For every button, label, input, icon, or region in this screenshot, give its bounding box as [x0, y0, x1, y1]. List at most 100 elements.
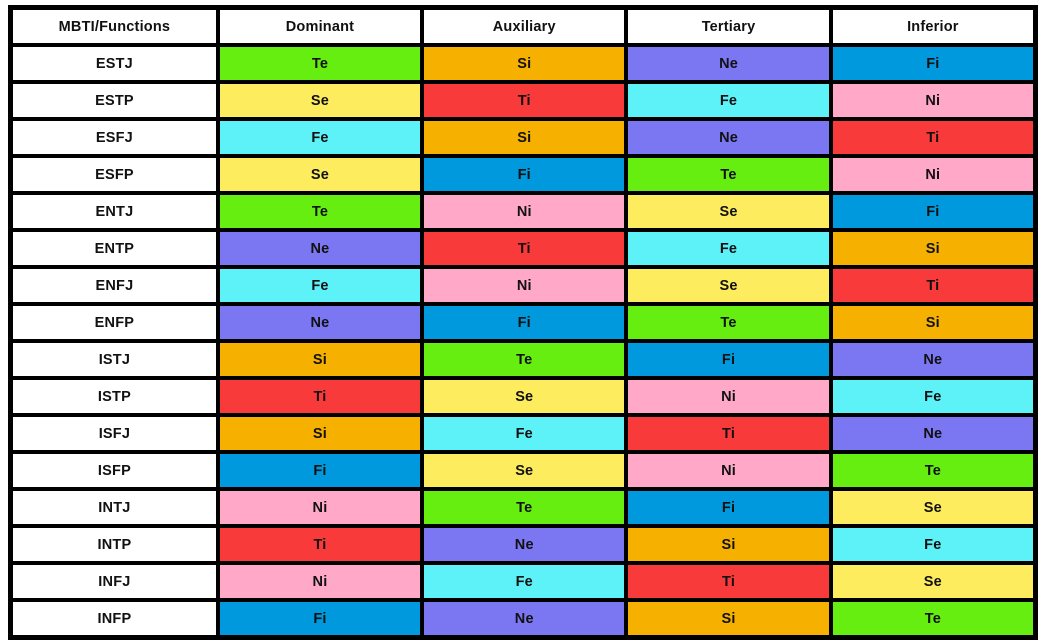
function-cell-auxiliary: Ne — [422, 526, 627, 563]
function-cell-tertiary: Se — [626, 193, 831, 230]
function-cell-auxiliary: Fi — [422, 304, 627, 341]
function-cell-dominant: Se — [217, 82, 423, 119]
mbti-type-cell: ENTJ — [11, 193, 218, 230]
function-cell-inferior: Ni — [830, 82, 1035, 119]
mbti-type-cell: ISTJ — [11, 341, 218, 378]
table-body: ESTJ Te Si Ne Fi ESTP Se Ti Fe Ni ESFJ Fe Si Ne Ti ESFP… — [11, 45, 1035, 637]
mbti-type-cell: ENFJ — [11, 267, 218, 304]
function-cell-tertiary: Si — [626, 526, 831, 563]
mbti-type-cell: ESTP — [11, 82, 218, 119]
function-cell-inferior: Fe — [830, 526, 1035, 563]
table-row: ENTJ Te Ni Se Fi — [11, 193, 1035, 230]
function-cell-inferior: Fi — [830, 193, 1035, 230]
function-cell-dominant: Fi — [217, 452, 423, 489]
mbti-function-stack-table: MBTI/Functions Dominant Auxiliary Tertia… — [8, 5, 1038, 640]
function-cell-tertiary: Si — [626, 600, 831, 637]
function-cell-auxiliary: Si — [422, 45, 627, 82]
function-cell-auxiliary: Se — [422, 378, 627, 415]
function-cell-inferior: Ti — [830, 267, 1035, 304]
table-row: ENFP Ne Fi Te Si — [11, 304, 1035, 341]
function-cell-tertiary: Ne — [626, 45, 831, 82]
column-header-mbti-functions: MBTI/Functions — [11, 8, 218, 45]
table-row: INTP Ti Ne Si Fe — [11, 526, 1035, 563]
function-cell-dominant: Si — [217, 341, 423, 378]
function-cell-tertiary: Ti — [626, 563, 831, 600]
function-cell-inferior: Ni — [830, 156, 1035, 193]
function-cell-dominant: Ni — [217, 489, 423, 526]
mbti-type-cell: ISFP — [11, 452, 218, 489]
function-cell-inferior: Ti — [830, 119, 1035, 156]
function-cell-tertiary: Ni — [626, 452, 831, 489]
mbti-type-cell: ENFP — [11, 304, 218, 341]
function-cell-dominant: Ne — [217, 230, 423, 267]
table-row: ISFP Fi Se Ni Te — [11, 452, 1035, 489]
function-cell-dominant: Te — [217, 45, 423, 82]
table-row: ENTP Ne Ti Fe Si — [11, 230, 1035, 267]
function-cell-auxiliary: Ti — [422, 230, 627, 267]
table-row: ISTJ Si Te Fi Ne — [11, 341, 1035, 378]
function-cell-inferior: Se — [830, 489, 1035, 526]
function-cell-inferior: Fi — [830, 45, 1035, 82]
function-cell-auxiliary: Si — [422, 119, 627, 156]
function-cell-tertiary: Ni — [626, 378, 831, 415]
function-cell-inferior: Si — [830, 230, 1035, 267]
function-cell-auxiliary: Fe — [422, 563, 627, 600]
mbti-function-stack-table-container: MBTI/Functions Dominant Auxiliary Tertia… — [0, 0, 1046, 640]
function-cell-inferior: Te — [830, 452, 1035, 489]
function-cell-inferior: Ne — [830, 341, 1035, 378]
function-cell-dominant: Fe — [217, 267, 423, 304]
function-cell-tertiary: Te — [626, 156, 831, 193]
function-cell-tertiary: Fe — [626, 82, 831, 119]
mbti-type-cell: INFJ — [11, 563, 218, 600]
function-cell-inferior: Se — [830, 563, 1035, 600]
function-cell-tertiary: Te — [626, 304, 831, 341]
function-cell-dominant: Ni — [217, 563, 423, 600]
mbti-type-cell: ENTP — [11, 230, 218, 267]
function-cell-dominant: Fi — [217, 600, 423, 637]
function-cell-dominant: Ti — [217, 378, 423, 415]
function-cell-auxiliary: Fi — [422, 156, 627, 193]
function-cell-auxiliary: Ti — [422, 82, 627, 119]
table-row: ENFJ Fe Ni Se Ti — [11, 267, 1035, 304]
table-row: ESFJ Fe Si Ne Ti — [11, 119, 1035, 156]
function-cell-dominant: Se — [217, 156, 423, 193]
function-cell-auxiliary: Te — [422, 489, 627, 526]
function-cell-inferior: Ne — [830, 415, 1035, 452]
column-header-auxiliary: Auxiliary — [422, 8, 627, 45]
function-cell-dominant: Ti — [217, 526, 423, 563]
mbti-type-cell: INTJ — [11, 489, 218, 526]
function-cell-auxiliary: Te — [422, 341, 627, 378]
table-row: ESFP Se Fi Te Ni — [11, 156, 1035, 193]
function-cell-dominant: Ne — [217, 304, 423, 341]
table-row: ESTJ Te Si Ne Fi — [11, 45, 1035, 82]
mbti-type-cell: ESFP — [11, 156, 218, 193]
table-row: ESTP Se Ti Fe Ni — [11, 82, 1035, 119]
column-header-inferior: Inferior — [830, 8, 1035, 45]
column-header-dominant: Dominant — [217, 8, 423, 45]
header-row: MBTI/Functions Dominant Auxiliary Tertia… — [11, 8, 1035, 45]
mbti-type-cell: INFP — [11, 600, 218, 637]
function-cell-dominant: Fe — [217, 119, 423, 156]
function-cell-tertiary: Fi — [626, 341, 831, 378]
function-cell-auxiliary: Ni — [422, 193, 627, 230]
function-cell-tertiary: Se — [626, 267, 831, 304]
function-cell-inferior: Te — [830, 600, 1035, 637]
function-cell-tertiary: Fi — [626, 489, 831, 526]
mbti-type-cell: ESTJ — [11, 45, 218, 82]
function-cell-dominant: Si — [217, 415, 423, 452]
function-cell-auxiliary: Se — [422, 452, 627, 489]
column-header-tertiary: Tertiary — [626, 8, 831, 45]
table-row: INFP Fi Ne Si Te — [11, 600, 1035, 637]
function-cell-dominant: Te — [217, 193, 423, 230]
mbti-type-cell: ESFJ — [11, 119, 218, 156]
function-cell-inferior: Fe — [830, 378, 1035, 415]
table-row: ISTP Ti Se Ni Fe — [11, 378, 1035, 415]
mbti-type-cell: ISFJ — [11, 415, 218, 452]
function-cell-tertiary: Ne — [626, 119, 831, 156]
function-cell-auxiliary: Ne — [422, 600, 627, 637]
mbti-type-cell: ISTP — [11, 378, 218, 415]
function-cell-tertiary: Fe — [626, 230, 831, 267]
table-row: ISFJ Si Fe Ti Ne — [11, 415, 1035, 452]
mbti-type-cell: INTP — [11, 526, 218, 563]
function-cell-inferior: Si — [830, 304, 1035, 341]
